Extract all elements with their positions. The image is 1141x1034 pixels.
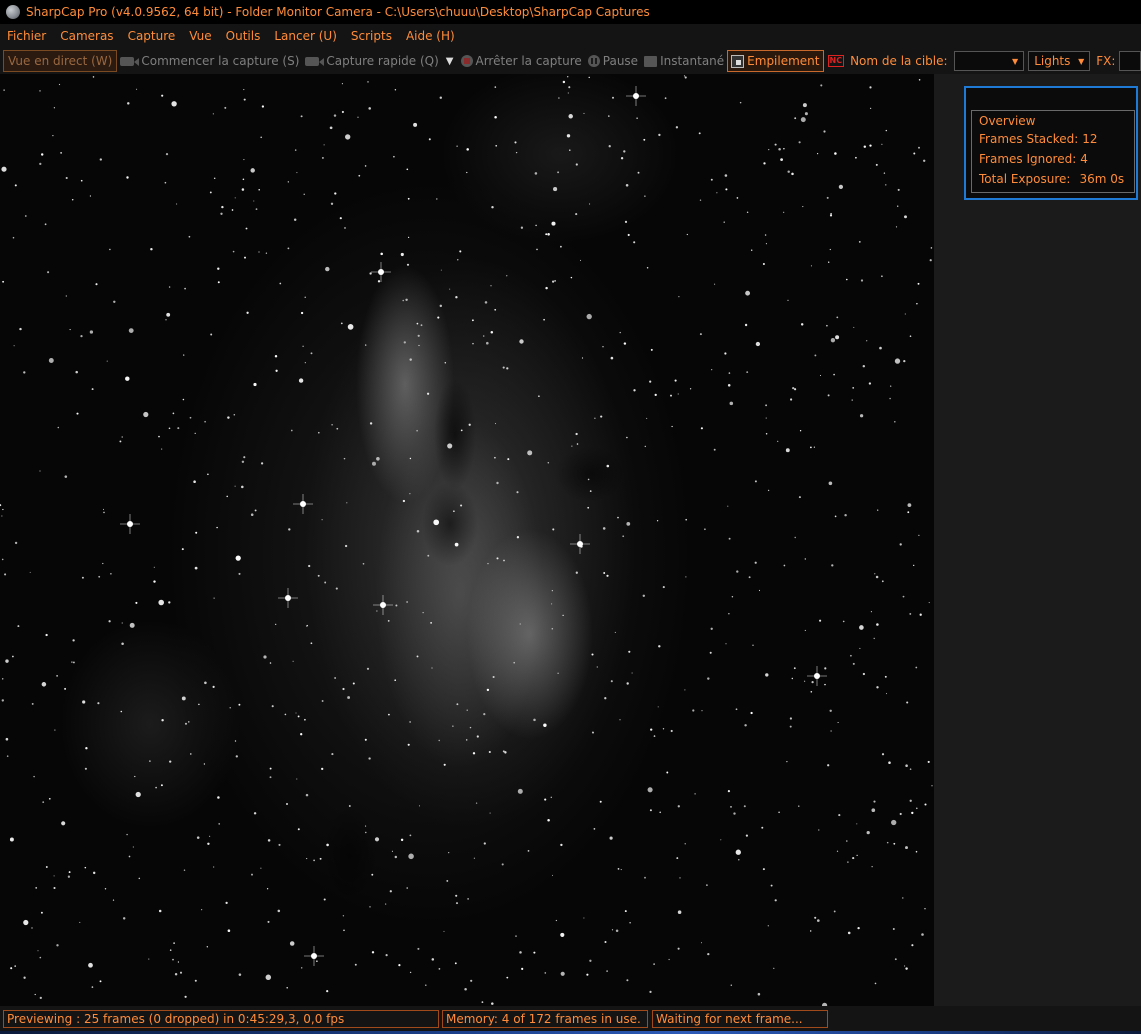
frames-ignored-value: 4 (1080, 152, 1088, 166)
menu-vue[interactable]: Vue (182, 24, 218, 48)
menu-capture[interactable]: Capture (121, 24, 183, 48)
stop-capture-button[interactable]: Arrêter la capture (458, 50, 585, 72)
nc-icon: NC (827, 55, 845, 67)
stack-icon (731, 54, 745, 68)
menu-scripts[interactable]: Scripts (344, 24, 399, 48)
quick-capture-dropdown-icon[interactable]: ▼ (446, 56, 454, 67)
stop-icon (460, 55, 473, 67)
live-view-button[interactable]: Vue en direct (W) (3, 50, 118, 72)
frame-type-value: Lights (1034, 54, 1071, 68)
window-title: SharpCap Pro (v4.0.9562, 64 bit) - Folde… (26, 5, 650, 19)
live-view-label: Vue en direct (W) (8, 54, 113, 68)
frames-stacked-value: 12 (1082, 132, 1098, 146)
status-bar: Previewing : 25 frames (0 dropped) in 0:… (0, 1006, 1141, 1034)
sharpcap-app-icon (6, 5, 20, 19)
chevron-down-icon: ▼ (1078, 56, 1085, 66)
toolbar: Vue en direct (W) Commencer la capture (… (0, 48, 1141, 74)
menu-bar: Fichier Cameras Capture Vue Outils Lance… (0, 24, 1141, 48)
stacking-overview-panel: Overview Frames Stacked: 12 Frames Ignore… (964, 86, 1138, 200)
frame-wait-status: Waiting for next frame... (652, 1010, 828, 1028)
image-viewport[interactable] (0, 74, 934, 1006)
video-camera-icon (120, 56, 140, 66)
frames-ignored-row: Frames Ignored: 4 (979, 152, 1088, 166)
fx-input[interactable] (1119, 51, 1141, 71)
stacking-label: Empilement (747, 54, 820, 68)
snapshot-button[interactable]: Instantané (641, 50, 727, 72)
frame-type-combo[interactable]: Lights ▼ (1028, 51, 1091, 71)
menu-fichier[interactable]: Fichier (0, 24, 53, 48)
pause-button[interactable]: Pause (585, 50, 641, 72)
stacking-button[interactable]: Empilement (727, 50, 824, 72)
snapshot-label: Instantané (660, 54, 725, 68)
total-exposure-value: 36m 0s (1079, 172, 1125, 186)
pause-label: Pause (602, 54, 639, 68)
video-camera-icon (305, 56, 325, 66)
target-name-combo[interactable]: ▼ (953, 51, 1025, 71)
stop-capture-label: Arrêter la capture (475, 54, 582, 68)
quick-capture-button[interactable]: Capture rapide (Q) (302, 50, 441, 72)
quick-capture-label: Capture rapide (Q) (326, 54, 439, 68)
pause-icon (587, 55, 600, 67)
star-field (0, 75, 933, 1006)
start-capture-button[interactable]: Commencer la capture (S) (117, 50, 302, 72)
frames-stacked-row: Frames Stacked: 12 (979, 132, 1098, 146)
sharpcap-window: SharpCap Pro (v4.0.9562, 64 bit) - Folde… (0, 0, 1141, 1034)
target-name-label: Nom de la cible: (850, 54, 948, 68)
frames-ignored-label: Frames Ignored: (979, 152, 1077, 166)
menu-outils[interactable]: Outils (219, 24, 268, 48)
fx-label: FX: (1096, 54, 1116, 68)
previewing-status: Previewing : 25 frames (0 dropped) in 0:… (3, 1010, 439, 1028)
title-bar: SharpCap Pro (v4.0.9562, 64 bit) - Folde… (0, 0, 1141, 24)
total-exposure-label: Total Exposure: (979, 172, 1071, 186)
overview-title: Overview (976, 114, 1039, 128)
chevron-down-icon: ▼ (1012, 56, 1019, 66)
menu-cameras[interactable]: Cameras (53, 24, 120, 48)
start-capture-label: Commencer la capture (S) (141, 54, 300, 68)
side-panel: Overview Frames Stacked: 12 Frames Ignore… (934, 74, 1141, 1006)
memory-status: Memory: 4 of 172 frames in use. (442, 1010, 648, 1028)
frames-stacked-label: Frames Stacked: (979, 132, 1079, 146)
menu-lancer[interactable]: Lancer (U) (267, 24, 344, 48)
snapshot-icon (644, 55, 658, 67)
total-exposure-row: Total Exposure: 36m 0s (979, 172, 1124, 186)
menu-aide[interactable]: Aide (H) (399, 24, 462, 48)
